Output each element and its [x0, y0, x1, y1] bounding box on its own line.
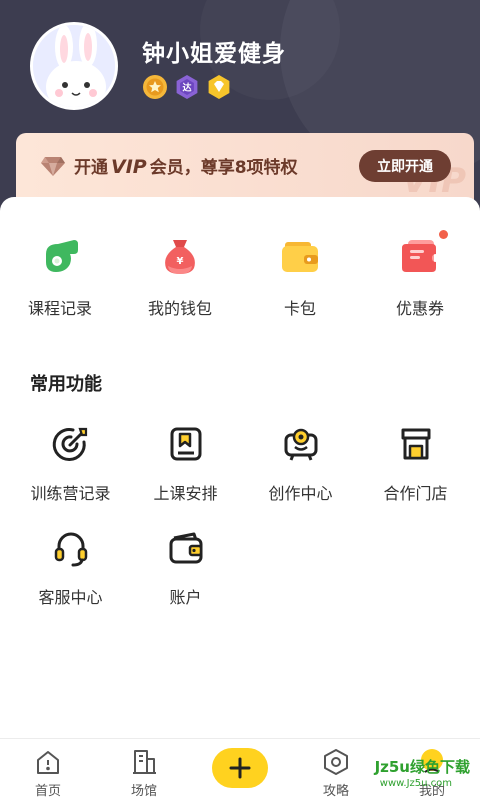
nav-guide[interactable]: 攻略 [288, 739, 384, 800]
func-item-label: 客服中心 [38, 588, 103, 607]
section-title-common: 常用功能 [30, 374, 102, 395]
quick-item-label: 课程记录 [27, 299, 92, 318]
vip-text-prefix: 开通 [74, 158, 108, 178]
level-badge-icon[interactable]: 达 [174, 74, 200, 100]
wallet-icon [276, 232, 324, 280]
func-item-class-schedule[interactable]: 上课安排 [128, 420, 243, 504]
func-item-label: 创作中心 [268, 484, 333, 503]
svg-text:达: 达 [182, 82, 191, 94]
nav-label: 攻略 [322, 784, 349, 799]
func-item-label: 合作门店 [383, 484, 448, 503]
quick-item-card-pack[interactable]: 卡包 [240, 232, 360, 319]
func-item-partner-stores[interactable]: 合作门店 [358, 420, 473, 504]
diamond-badge-icon[interactable] [206, 74, 232, 100]
nav-venue[interactable]: 场馆 [96, 739, 192, 800]
quick-item-label: 优惠券 [395, 299, 444, 318]
func-item-label: 账户 [169, 588, 202, 607]
quick-item-course-record[interactable]: 课程记录 [0, 232, 120, 319]
func-item-label: 训练营记录 [30, 484, 111, 503]
quick-item-coupon[interactable]: 优惠券 [360, 230, 480, 319]
bookmark-schedule-icon [162, 420, 210, 468]
vip-open-button[interactable]: 立即开通 [359, 150, 451, 182]
quick-item-my-wallet[interactable]: ¥ 我的钱包 [120, 232, 240, 319]
camera-icon [277, 420, 325, 468]
nav-label: 场馆 [130, 784, 157, 799]
vip-text-vip: VIP [111, 156, 147, 178]
star-badge-icon[interactable] [142, 74, 168, 100]
quick-items-row: 课程记录 ¥ 我的钱包 卡包 优惠券 [0, 230, 480, 319]
func-item-account[interactable]: 账户 [128, 524, 243, 608]
func-item-camp-record[interactable]: 训练营记录 [13, 420, 128, 504]
plus-icon [229, 757, 251, 778]
func-item-customer-service[interactable]: 客服中心 [13, 524, 128, 608]
site-watermark-url: www.Jz5u.com [379, 778, 452, 789]
common-functions-row: 客服中心 账户 [13, 524, 480, 608]
store-icon [392, 420, 440, 468]
quick-item-label: 卡包 [283, 299, 316, 318]
money-bag-icon: ¥ [156, 232, 204, 280]
avatar[interactable] [30, 22, 118, 110]
vip-promo-text: 开通 VIP 会员，尊享8项特权 [74, 153, 298, 178]
username: 钟小姐爱健身 [142, 41, 286, 67]
account-wallet-icon [162, 524, 210, 572]
vip-text-suffix: 会员，尊享8项特权 [149, 158, 298, 178]
add-button[interactable] [212, 747, 268, 788]
common-functions-row: 训练营记录 上课安排 创作中心 合作门店 [13, 420, 480, 504]
func-item-label: 上课安排 [153, 484, 218, 503]
diamond-icon [41, 157, 65, 176]
nav-add[interactable] [192, 739, 288, 800]
svg-text:¥: ¥ [177, 256, 184, 267]
whistle-icon [36, 232, 84, 280]
site-watermark: Jz5u绿色下载 [374, 758, 470, 776]
target-icon [47, 420, 95, 468]
building-icon [129, 747, 159, 777]
nav-label: 首页 [34, 784, 61, 799]
badge-list: 达 [142, 74, 232, 100]
func-item-creator-center[interactable]: 创作中心 [243, 420, 358, 504]
home-icon [33, 747, 63, 777]
notification-dot [439, 230, 448, 239]
bunny-avatar-icon [33, 25, 115, 107]
headset-icon [47, 524, 95, 572]
coupon-icon [396, 230, 448, 280]
nav-home[interactable]: 首页 [0, 739, 96, 800]
quick-item-label: 我的钱包 [147, 299, 212, 318]
vip-banner[interactable]: VIP 开通VIP会员，尊享8项特权 立即开通 [16, 133, 474, 205]
hexagon-icon [321, 747, 351, 777]
